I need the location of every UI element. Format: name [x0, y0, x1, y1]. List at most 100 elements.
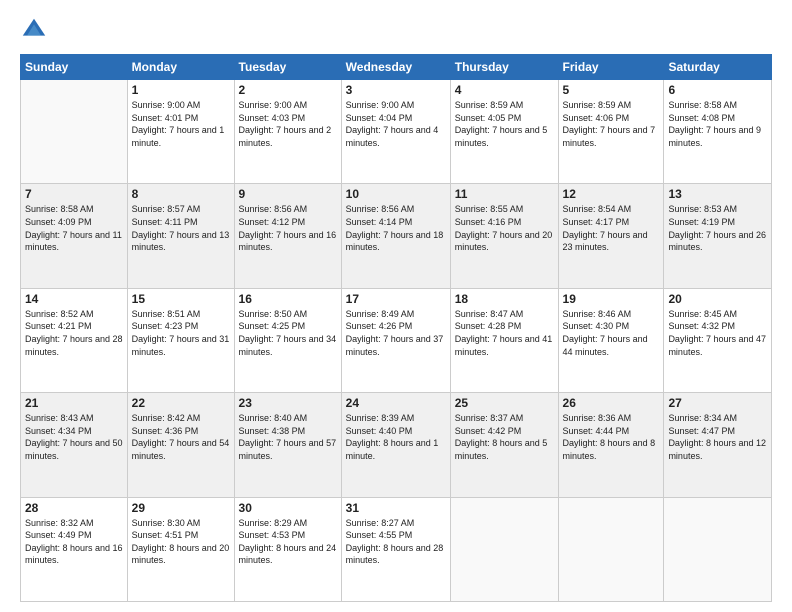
day-number: 7: [25, 187, 123, 201]
day-number: 19: [563, 292, 660, 306]
day-info: Sunrise: 9:00 AMSunset: 4:01 PMDaylight:…: [132, 99, 230, 149]
day-info: Sunrise: 8:37 AMSunset: 4:42 PMDaylight:…: [455, 412, 554, 462]
day-number: 22: [132, 396, 230, 410]
calendar-cell: 23 Sunrise: 8:40 AMSunset: 4:38 PMDayligh…: [234, 393, 341, 497]
day-info: Sunrise: 8:59 AMSunset: 4:06 PMDaylight:…: [563, 99, 660, 149]
header-thursday: Thursday: [450, 55, 558, 80]
calendar-cell: 29 Sunrise: 8:30 AMSunset: 4:51 PMDayligh…: [127, 497, 234, 601]
calendar-cell: 22 Sunrise: 8:42 AMSunset: 4:36 PMDayligh…: [127, 393, 234, 497]
day-info: Sunrise: 8:45 AMSunset: 4:32 PMDaylight:…: [668, 308, 767, 358]
day-number: 15: [132, 292, 230, 306]
day-info: Sunrise: 8:32 AMSunset: 4:49 PMDaylight:…: [25, 517, 123, 567]
day-info: Sunrise: 9:00 AMSunset: 4:04 PMDaylight:…: [346, 99, 446, 149]
day-number: 28: [25, 501, 123, 515]
calendar-cell: 19 Sunrise: 8:46 AMSunset: 4:30 PMDayligh…: [558, 288, 664, 392]
calendar-cell: 31 Sunrise: 8:27 AMSunset: 4:55 PMDayligh…: [341, 497, 450, 601]
calendar-cell: 8 Sunrise: 8:57 AMSunset: 4:11 PMDaylight…: [127, 184, 234, 288]
calendar-cell: 24 Sunrise: 8:39 AMSunset: 4:40 PMDayligh…: [341, 393, 450, 497]
day-number: 14: [25, 292, 123, 306]
calendar-week-row: 21 Sunrise: 8:43 AMSunset: 4:34 PMDayligh…: [21, 393, 772, 497]
calendar-cell: 17Sunrise: 8:49 AMSunset: 4:26 PMDayligh…: [341, 288, 450, 392]
calendar-cell: 3 Sunrise: 9:00 AMSunset: 4:04 PMDaylight…: [341, 80, 450, 184]
day-number: 12: [563, 187, 660, 201]
day-number: 1: [132, 83, 230, 97]
day-number: 6: [668, 83, 767, 97]
day-number: 2: [239, 83, 337, 97]
day-info: Sunrise: 9:00 AMSunset: 4:03 PMDaylight:…: [239, 99, 337, 149]
day-info: Sunrise: 8:50 AMSunset: 4:25 PMDaylight:…: [239, 308, 337, 358]
day-info: Sunrise: 8:56 AMSunset: 4:12 PMDaylight:…: [239, 203, 337, 253]
day-info: Sunrise: 8:30 AMSunset: 4:51 PMDaylight:…: [132, 517, 230, 567]
calendar-cell: 11Sunrise: 8:55 AMSunset: 4:16 PMDayligh…: [450, 184, 558, 288]
day-info: Sunrise: 8:40 AMSunset: 4:38 PMDaylight:…: [239, 412, 337, 462]
day-info: Sunrise: 8:54 AMSunset: 4:17 PMDaylight:…: [563, 203, 660, 253]
calendar-cell: 12 Sunrise: 8:54 AMSunset: 4:17 PMDayligh…: [558, 184, 664, 288]
day-info: Sunrise: 8:39 AMSunset: 4:40 PMDaylight:…: [346, 412, 446, 462]
day-number: 29: [132, 501, 230, 515]
day-number: 4: [455, 83, 554, 97]
header-monday: Monday: [127, 55, 234, 80]
calendar-table: Sunday Monday Tuesday Wednesday Thursday…: [20, 54, 772, 602]
calendar-cell: 25 Sunrise: 8:37 AMSunset: 4:42 PMDayligh…: [450, 393, 558, 497]
calendar-cell: 27 Sunrise: 8:34 AMSunset: 4:47 PMDayligh…: [664, 393, 772, 497]
day-info: Sunrise: 8:36 AMSunset: 4:44 PMDaylight:…: [563, 412, 660, 462]
day-number: 8: [132, 187, 230, 201]
day-number: 17: [346, 292, 446, 306]
calendar-cell: 1 Sunrise: 9:00 AMSunset: 4:01 PMDaylight…: [127, 80, 234, 184]
day-number: 31: [346, 501, 446, 515]
day-number: 13: [668, 187, 767, 201]
calendar-cell: 13 Sunrise: 8:53 AMSunset: 4:19 PMDayligh…: [664, 184, 772, 288]
day-number: 25: [455, 396, 554, 410]
calendar-cell: 15 Sunrise: 8:51 AMSunset: 4:23 PMDayligh…: [127, 288, 234, 392]
calendar-cell: 20 Sunrise: 8:45 AMSunset: 4:32 PMDayligh…: [664, 288, 772, 392]
day-info: Sunrise: 8:59 AMSunset: 4:05 PMDaylight:…: [455, 99, 554, 149]
calendar-cell: 16 Sunrise: 8:50 AMSunset: 4:25 PMDayligh…: [234, 288, 341, 392]
calendar-cell: 5 Sunrise: 8:59 AMSunset: 4:06 PMDaylight…: [558, 80, 664, 184]
day-info: Sunrise: 8:51 AMSunset: 4:23 PMDaylight:…: [132, 308, 230, 358]
calendar-week-row: 28 Sunrise: 8:32 AMSunset: 4:49 PMDayligh…: [21, 497, 772, 601]
calendar-cell: 2 Sunrise: 9:00 AMSunset: 4:03 PMDaylight…: [234, 80, 341, 184]
day-number: 18: [455, 292, 554, 306]
day-number: 23: [239, 396, 337, 410]
calendar-cell: 28 Sunrise: 8:32 AMSunset: 4:49 PMDayligh…: [21, 497, 128, 601]
logo: [20, 16, 52, 44]
day-number: 5: [563, 83, 660, 97]
header-tuesday: Tuesday: [234, 55, 341, 80]
day-info: Sunrise: 8:29 AMSunset: 4:53 PMDaylight:…: [239, 517, 337, 567]
header: [20, 16, 772, 44]
day-number: 24: [346, 396, 446, 410]
calendar-week-row: 14 Sunrise: 8:52 AMSunset: 4:21 PMDayligh…: [21, 288, 772, 392]
calendar-cell: 6 Sunrise: 8:58 AMSunset: 4:08 PMDaylight…: [664, 80, 772, 184]
day-number: 3: [346, 83, 446, 97]
header-saturday: Saturday: [664, 55, 772, 80]
day-info: Sunrise: 8:34 AMSunset: 4:47 PMDaylight:…: [668, 412, 767, 462]
calendar-cell: 14 Sunrise: 8:52 AMSunset: 4:21 PMDayligh…: [21, 288, 128, 392]
day-info: Sunrise: 8:55 AMSunset: 4:16 PMDaylight:…: [455, 203, 554, 253]
day-info: Sunrise: 8:58 AMSunset: 4:09 PMDaylight:…: [25, 203, 123, 253]
weekday-header-row: Sunday Monday Tuesday Wednesday Thursday…: [21, 55, 772, 80]
day-number: 27: [668, 396, 767, 410]
day-info: Sunrise: 8:58 AMSunset: 4:08 PMDaylight:…: [668, 99, 767, 149]
day-number: 16: [239, 292, 337, 306]
day-number: 10: [346, 187, 446, 201]
header-wednesday: Wednesday: [341, 55, 450, 80]
day-number: 26: [563, 396, 660, 410]
calendar-cell: 21 Sunrise: 8:43 AMSunset: 4:34 PMDayligh…: [21, 393, 128, 497]
calendar-cell: 4 Sunrise: 8:59 AMSunset: 4:05 PMDaylight…: [450, 80, 558, 184]
day-number: 9: [239, 187, 337, 201]
day-info: Sunrise: 8:42 AMSunset: 4:36 PMDaylight:…: [132, 412, 230, 462]
day-info: Sunrise: 8:57 AMSunset: 4:11 PMDaylight:…: [132, 203, 230, 253]
header-friday: Friday: [558, 55, 664, 80]
day-info: Sunrise: 8:53 AMSunset: 4:19 PMDaylight:…: [668, 203, 767, 253]
calendar-cell: 10Sunrise: 8:56 AMSunset: 4:14 PMDayligh…: [341, 184, 450, 288]
day-info: Sunrise: 8:47 AMSunset: 4:28 PMDaylight:…: [455, 308, 554, 358]
day-number: 21: [25, 396, 123, 410]
day-info: Sunrise: 8:46 AMSunset: 4:30 PMDaylight:…: [563, 308, 660, 358]
day-info: Sunrise: 8:43 AMSunset: 4:34 PMDaylight:…: [25, 412, 123, 462]
calendar-cell: [558, 497, 664, 601]
day-info: Sunrise: 8:52 AMSunset: 4:21 PMDaylight:…: [25, 308, 123, 358]
day-info: Sunrise: 8:27 AMSunset: 4:55 PMDaylight:…: [346, 517, 446, 567]
page: Sunday Monday Tuesday Wednesday Thursday…: [0, 0, 792, 612]
calendar-cell: 7 Sunrise: 8:58 AMSunset: 4:09 PMDaylight…: [21, 184, 128, 288]
day-number: 20: [668, 292, 767, 306]
